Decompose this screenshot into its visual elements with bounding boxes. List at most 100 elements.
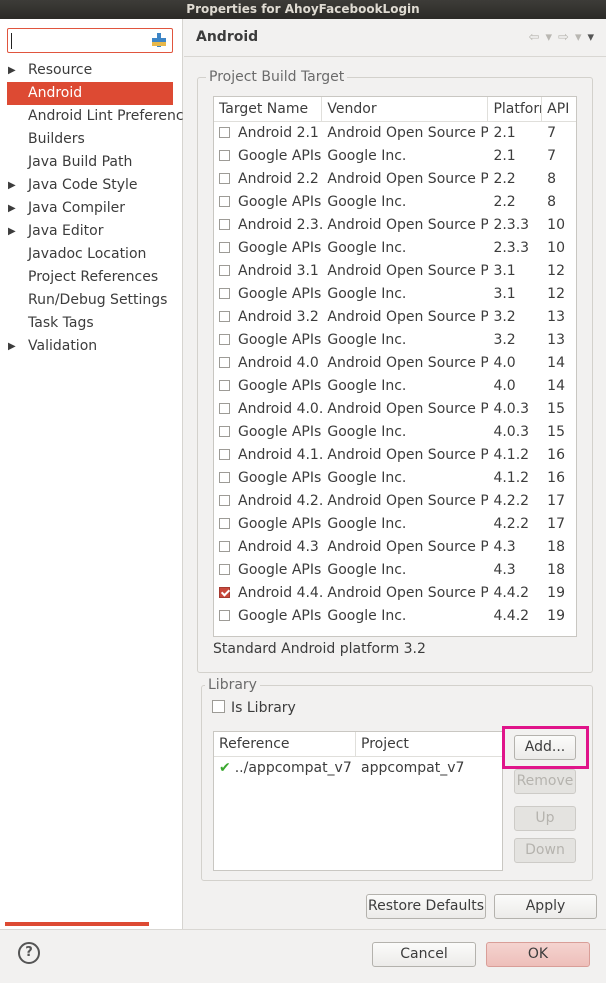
is-library-checkbox[interactable]: Is Library bbox=[212, 700, 296, 716]
table-row[interactable]: Android 4.2.2 Android Open Source Project… bbox=[214, 490, 576, 513]
forward-menu-icon[interactable]: ▾ bbox=[575, 30, 582, 45]
target-name-cell[interactable]: Google APIs bbox=[214, 467, 322, 490]
table-row[interactable]: Google APIs Google Inc. 3.1 12 bbox=[214, 283, 576, 306]
sidebar-item-run-debug-settings[interactable]: Run/Debug Settings bbox=[0, 289, 183, 312]
table-row[interactable]: Android 2.2 Android Open Source Project2.… bbox=[214, 168, 576, 191]
sidebar-item-javadoc-location[interactable]: Javadoc Location bbox=[0, 243, 183, 266]
sidebar-item-validation[interactable]: ▶ Validation bbox=[0, 335, 183, 358]
target-checkbox[interactable] bbox=[219, 357, 230, 368]
target-checkbox[interactable] bbox=[219, 196, 230, 207]
target-checkbox[interactable] bbox=[219, 403, 230, 414]
sidebar-item-java-build-path[interactable]: Java Build Path bbox=[0, 151, 183, 174]
target-checkbox[interactable] bbox=[219, 587, 230, 598]
table-row[interactable]: Android 4.3 Android Open Source Project4.… bbox=[214, 536, 576, 559]
table-row[interactable]: Android 4.4.2 Android Open Source Project… bbox=[214, 582, 576, 605]
target-name-cell[interactable]: Android 3.2 bbox=[214, 306, 322, 329]
remove-library-button[interactable]: Remove bbox=[514, 769, 576, 794]
apply-button[interactable]: Apply bbox=[494, 894, 597, 919]
target-checkbox[interactable] bbox=[219, 127, 230, 138]
expand-arrow-icon[interactable]: ▶ bbox=[8, 197, 16, 220]
table-row[interactable]: Android 3.1 Android Open Source Project3.… bbox=[214, 260, 576, 283]
target-checkbox[interactable] bbox=[219, 426, 230, 437]
target-checkbox[interactable] bbox=[219, 380, 230, 391]
sidebar-item-android-lint-preferences[interactable]: Android Lint Preferences bbox=[0, 105, 183, 128]
target-name-cell[interactable]: Google APIs bbox=[214, 513, 322, 536]
clear-filter-icon[interactable] bbox=[151, 32, 167, 48]
library-row[interactable]: ✔ ../appcompat_v7 appcompat_v7 bbox=[214, 757, 502, 780]
is-library-checkbox-box[interactable] bbox=[212, 700, 225, 713]
target-name-cell[interactable]: Google APIs bbox=[214, 329, 322, 352]
target-checkbox[interactable] bbox=[219, 173, 230, 184]
table-row[interactable]: Android 4.1.2 Android Open Source Project… bbox=[214, 444, 576, 467]
sidebar-item-task-tags[interactable]: Task Tags bbox=[0, 312, 183, 335]
column-header-platform[interactable]: Platform bbox=[488, 97, 543, 122]
target-checkbox[interactable] bbox=[219, 242, 230, 253]
target-name-cell[interactable]: Google APIs bbox=[214, 145, 322, 168]
table-row[interactable]: Google APIs Google Inc. 4.1.2 16 bbox=[214, 467, 576, 490]
help-icon[interactable]: ? bbox=[18, 942, 40, 964]
target-name-cell[interactable]: Google APIs bbox=[214, 375, 322, 398]
target-name-cell[interactable]: Android 2.1 bbox=[214, 122, 322, 145]
target-name-cell[interactable]: Google APIs bbox=[214, 421, 322, 444]
target-name-cell[interactable]: Android 4.1.2 bbox=[214, 444, 322, 467]
table-row[interactable]: Google APIs Google Inc. 3.2 13 bbox=[214, 329, 576, 352]
cancel-button[interactable]: Cancel bbox=[372, 942, 476, 967]
column-header-vendor[interactable]: Vendor bbox=[322, 97, 489, 122]
move-down-button[interactable]: Down bbox=[514, 838, 576, 863]
sidebar-item-android[interactable]: Android bbox=[7, 82, 173, 105]
target-name-cell[interactable]: Android 2.3.3 bbox=[214, 214, 322, 237]
target-checkbox[interactable] bbox=[219, 472, 230, 483]
target-checkbox[interactable] bbox=[219, 311, 230, 322]
target-name-cell[interactable]: Google APIs bbox=[214, 559, 322, 582]
target-checkbox[interactable] bbox=[219, 564, 230, 575]
target-checkbox[interactable] bbox=[219, 518, 230, 529]
add-library-button[interactable]: Add... bbox=[514, 735, 576, 760]
table-row[interactable]: Google APIs Google Inc. 4.3 18 bbox=[214, 559, 576, 582]
table-row[interactable]: Google APIs Google Inc. 2.2 8 bbox=[214, 191, 576, 214]
sidebar-item-java-compiler[interactable]: ▶ Java Compiler bbox=[0, 197, 183, 220]
table-row[interactable]: Google APIs Google Inc. 4.0.3 15 bbox=[214, 421, 576, 444]
target-name-cell[interactable]: Android 3.1 bbox=[214, 260, 322, 283]
target-checkbox[interactable] bbox=[219, 449, 230, 460]
sidebar-item-java-code-style[interactable]: ▶ Java Code Style bbox=[0, 174, 183, 197]
table-row[interactable]: Google APIs Google Inc. 4.4.2 19 bbox=[214, 605, 576, 628]
column-header-reference[interactable]: Reference bbox=[214, 732, 357, 757]
back-icon[interactable]: ⇦ bbox=[529, 30, 540, 45]
sidebar-item-project-references[interactable]: Project References bbox=[0, 266, 183, 289]
target-name-cell[interactable]: Android 4.4.2 bbox=[214, 582, 322, 605]
view-menu-icon[interactable]: ▾ bbox=[587, 30, 594, 45]
column-header-api[interactable]: API bbox=[542, 97, 576, 122]
target-name-cell[interactable]: Google APIs bbox=[214, 237, 322, 260]
column-header-project[interactable]: Project bbox=[356, 732, 502, 757]
table-row[interactable]: Android 2.1 Android Open Source Project2.… bbox=[214, 122, 576, 145]
target-checkbox[interactable] bbox=[219, 265, 230, 276]
target-checkbox[interactable] bbox=[219, 495, 230, 506]
target-checkbox[interactable] bbox=[219, 334, 230, 345]
expand-arrow-icon[interactable]: ▶ bbox=[8, 335, 16, 358]
target-name-cell[interactable]: Android 4.3 bbox=[214, 536, 322, 559]
target-name-cell[interactable]: Android 4.0.3 bbox=[214, 398, 322, 421]
table-row[interactable]: Android 2.3.3 Android Open Source Project… bbox=[214, 214, 576, 237]
forward-icon[interactable]: ⇨ bbox=[558, 30, 569, 45]
target-checkbox[interactable] bbox=[219, 219, 230, 230]
target-name-cell[interactable]: Google APIs bbox=[214, 283, 322, 306]
sidebar-item-resource[interactable]: ▶ Resource bbox=[0, 59, 183, 82]
expand-arrow-icon[interactable]: ▶ bbox=[8, 174, 16, 197]
table-row[interactable]: Android 4.0.3 Android Open Source Project… bbox=[214, 398, 576, 421]
target-name-cell[interactable]: Google APIs bbox=[214, 191, 322, 214]
table-row[interactable]: Google APIs Google Inc. 2.1 7 bbox=[214, 145, 576, 168]
target-checkbox[interactable] bbox=[219, 541, 230, 552]
move-up-button[interactable]: Up bbox=[514, 806, 576, 831]
back-menu-icon[interactable]: ▾ bbox=[546, 30, 553, 45]
table-row[interactable]: Android 4.0 Android Open Source Project4.… bbox=[214, 352, 576, 375]
target-checkbox[interactable] bbox=[219, 150, 230, 161]
target-name-cell[interactable]: Google APIs bbox=[214, 605, 322, 628]
target-name-cell[interactable]: Android 4.2.2 bbox=[214, 490, 322, 513]
table-row[interactable]: Google APIs Google Inc. 4.0 14 bbox=[214, 375, 576, 398]
target-name-cell[interactable]: Android 4.0 bbox=[214, 352, 322, 375]
sidebar-scroll-indicator[interactable] bbox=[5, 922, 149, 926]
table-row[interactable]: Android 3.2 Android Open Source Project3.… bbox=[214, 306, 576, 329]
target-checkbox[interactable] bbox=[219, 288, 230, 299]
target-checkbox[interactable] bbox=[219, 610, 230, 621]
expand-arrow-icon[interactable]: ▶ bbox=[8, 59, 16, 82]
